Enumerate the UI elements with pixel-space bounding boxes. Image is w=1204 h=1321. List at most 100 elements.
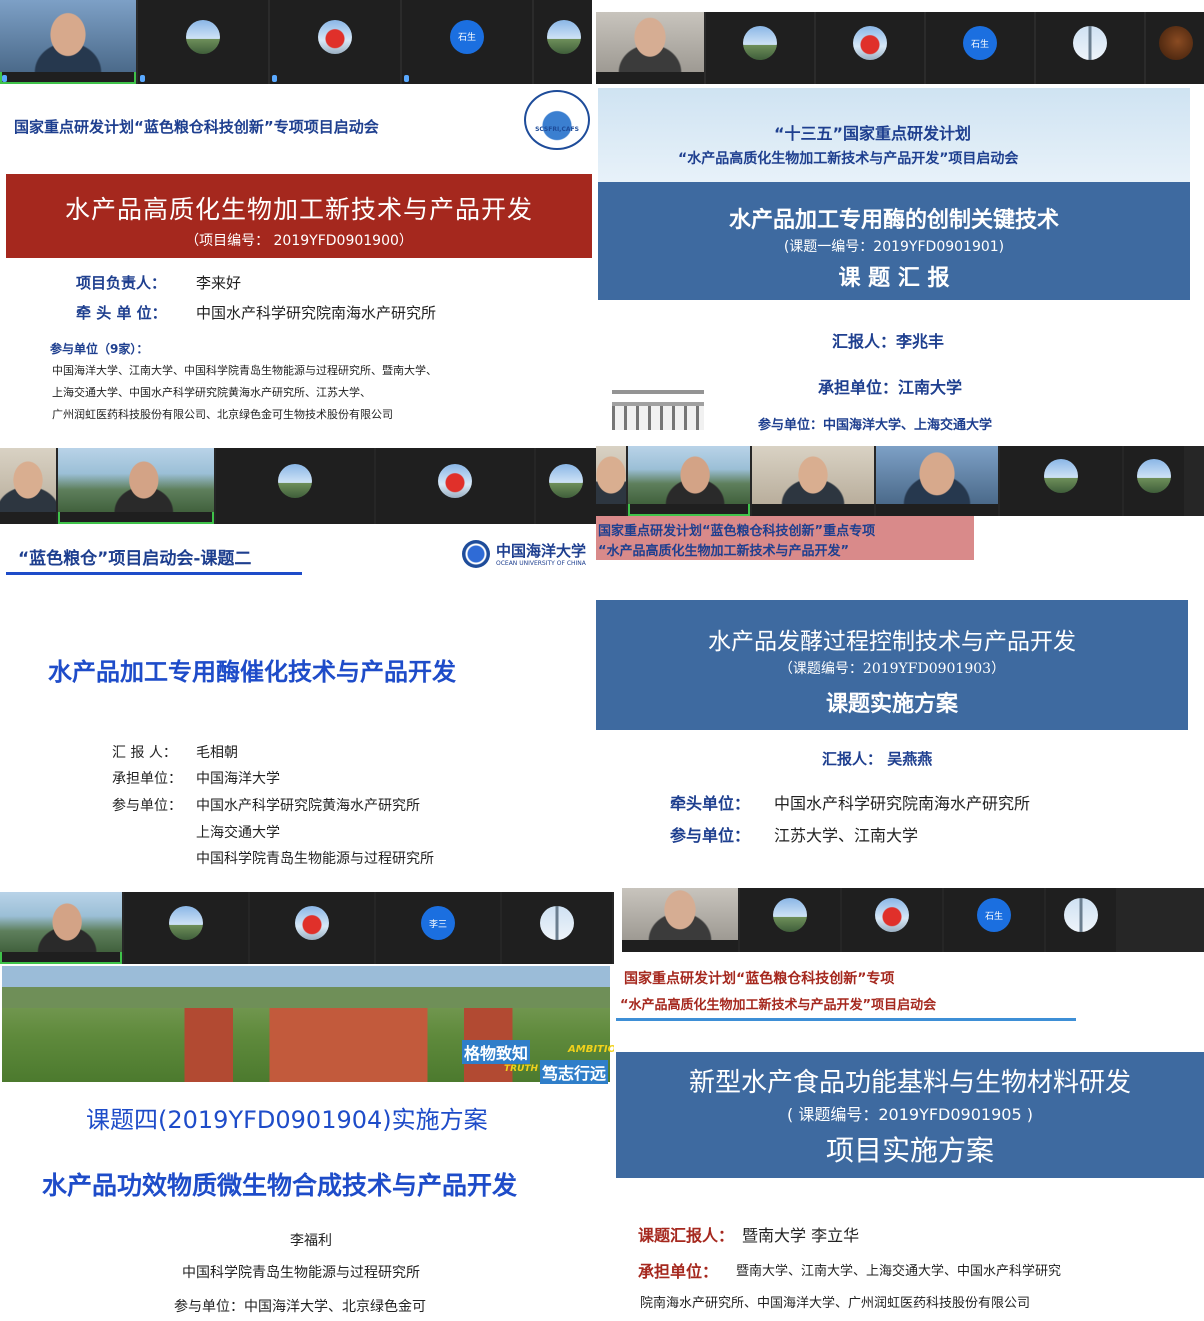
video-tile[interactable] xyxy=(270,0,400,84)
lead-unit-value: 中国水产科学研究院南海水产研究所 xyxy=(774,794,1031,813)
video-tile-speaker[interactable] xyxy=(0,892,122,964)
avatar: 李三 xyxy=(421,906,455,941)
title-banner: 水产品高质化生物加工新技术与产品开发 （项目编号： 2019YFD0901900… xyxy=(6,174,592,258)
unit-value: 院南海水产研究所、中国海洋大学、广州润虹医药科技股份有限公司 xyxy=(640,1296,1031,1311)
video-tile[interactable] xyxy=(534,0,592,84)
avatar xyxy=(549,463,583,498)
reporter-label: 汇 报 人： xyxy=(112,745,177,761)
avatar xyxy=(1064,898,1098,933)
screenshot-topic1-report: 石生 “十三五”国家重点研发计划 “水产品高质化生物加工新技术与产品开发”项目启… xyxy=(596,0,1204,432)
video-tile[interactable] xyxy=(1146,12,1204,84)
motto-text: AMBITIO xyxy=(568,1044,614,1055)
university-name: 中国海洋大学 xyxy=(496,542,587,560)
slide-header: “蓝色粮仓”项目启动会-课题二 xyxy=(18,549,252,569)
screenshot-topic5: 石生 国家重点研发计划“蓝色粮仓科技创新”专项 “水产品高质化生物加工新技术与产… xyxy=(616,888,1204,1321)
avatar xyxy=(1159,26,1193,61)
video-tile[interactable] xyxy=(706,12,814,84)
participants-label: 参与单位： xyxy=(670,826,751,845)
avatar: 石生 xyxy=(977,898,1011,933)
video-tile-speaker[interactable] xyxy=(58,448,214,524)
slide-subtitle: 水产品功效物质微生物合成技术与产品开发 xyxy=(42,1171,518,1200)
slide-header: “水产品高质化生物加工新技术与产品开发” xyxy=(598,544,850,559)
slide-header: 国家重点研发计划“蓝色粮仓科技创新”重点专项 xyxy=(598,524,876,539)
video-tile[interactable]: 李三 xyxy=(376,892,500,964)
leader-value: 李来好 xyxy=(196,274,242,292)
video-tile[interactable] xyxy=(216,448,374,524)
video-tile[interactable] xyxy=(752,446,874,516)
motto-text: TRUTH xyxy=(504,1064,539,1074)
video-tile[interactable] xyxy=(536,448,596,524)
avatar xyxy=(1044,459,1078,494)
host-unit: 中国科学院青岛生物能源与过程研究所 xyxy=(182,1265,420,1281)
project-code: （课题编号：2019YFD0901903） xyxy=(778,661,1006,677)
participants-value: 江苏大学、江南大学 xyxy=(774,826,919,845)
video-tile-speaker[interactable] xyxy=(0,0,136,84)
avatar xyxy=(547,19,581,54)
video-tile[interactable]: 石生 xyxy=(944,888,1044,952)
video-tile-speaker[interactable] xyxy=(628,446,750,516)
participants: 参与单位：中国海洋大学、上海交通大学 xyxy=(758,418,993,432)
project-code: （项目编号： 2019YFD0901900） xyxy=(185,233,413,249)
video-tile[interactable] xyxy=(376,448,534,524)
avatar xyxy=(278,463,312,498)
video-tile[interactable] xyxy=(124,892,248,964)
video-tile[interactable] xyxy=(596,446,626,516)
leader-label: 项目负责人： xyxy=(76,274,167,292)
slide-header: 国家重点研发计划“蓝色粮仓科技创新”专项 xyxy=(624,971,895,987)
avatar xyxy=(773,898,807,933)
mic-icon xyxy=(2,75,7,82)
screenshot-topic4: 李三 格物致知 AMBITIO TRUTH 笃志行远 课题四(2019YFD09… xyxy=(0,892,614,1321)
slide-header: “水产品高质化生物加工新技术与产品开发”项目启动会 xyxy=(678,151,1019,167)
avatar xyxy=(318,19,352,54)
slide-header: “十三五”国家重点研发计划 xyxy=(774,124,972,143)
video-tile-speaker[interactable] xyxy=(622,888,738,952)
video-tile[interactable] xyxy=(502,892,612,964)
video-strip: 石生 xyxy=(0,0,592,84)
mic-icon xyxy=(272,75,277,82)
video-tile[interactable] xyxy=(1000,446,1122,516)
reporter-value: 暨南大学 李立华 xyxy=(742,1226,860,1245)
video-tile[interactable] xyxy=(1036,12,1144,84)
avatar: 石生 xyxy=(450,19,484,54)
video-tile[interactable] xyxy=(1124,446,1184,516)
unit-value: 暨南大学、江南大学、上海交通大学、中国水产科学研究 xyxy=(736,1264,1062,1279)
slide-title: 水产品加工专用酶的创制关键技术 xyxy=(728,208,1059,233)
reporter: 李福利 xyxy=(290,1233,332,1249)
logo-text: SCSFRI,CAFS xyxy=(535,126,579,133)
slide-title: 课题四(2019YFD0901904)实施方案 xyxy=(86,1106,488,1134)
slide-subtitle: 课题实施方案 xyxy=(825,692,958,717)
avatar xyxy=(875,898,909,933)
video-tile[interactable] xyxy=(1046,888,1116,952)
avatar xyxy=(295,906,329,941)
video-strip: 石生 xyxy=(596,12,1204,84)
slide-title: 水产品高质化生物加工新技术与产品开发 xyxy=(64,195,533,224)
slide-subtitle: 课 题 汇 报 xyxy=(838,266,950,291)
avatar xyxy=(169,906,203,941)
participants-line: 中国海洋大学、江南大学、中国科学院青岛生物能源与过程研究所、暨南大学、 xyxy=(52,364,437,377)
video-strip xyxy=(0,448,596,524)
video-tile[interactable]: 石生 xyxy=(402,0,532,84)
participants-line: 上海交通大学、中国水产科学研究院黄海水产研究所、江苏大学、 xyxy=(52,386,371,399)
video-tile[interactable] xyxy=(250,892,374,964)
avatar xyxy=(1137,459,1171,494)
video-tile[interactable] xyxy=(740,888,840,952)
video-tile[interactable] xyxy=(816,12,924,84)
unit-label: 承担单位： xyxy=(638,1262,719,1281)
participants-label: 参与单位（9家）： xyxy=(50,342,149,356)
slide-subtitle: 项目实施方案 xyxy=(825,1134,994,1167)
title-banner: 水产品加工专用酶的创制关键技术 (课题一编号：2019YFD0901901) 课… xyxy=(598,182,1190,300)
participants-line: 广州润虹医药科技股份有限公司、北京绿色金可生物技术股份有限公司 xyxy=(52,408,393,421)
campus-photo: 格物致知 AMBITIO TRUTH 笃志行远 xyxy=(2,966,614,1084)
video-tile-speaker[interactable] xyxy=(596,12,704,84)
video-tile[interactable] xyxy=(842,888,942,952)
motto-text: 笃志行远 xyxy=(540,1060,609,1084)
reporter: 汇报人：李兆丰 xyxy=(832,332,945,351)
lead-unit-value: 中国水产科学研究院南海水产研究所 xyxy=(196,304,437,322)
video-tile[interactable]: 石生 xyxy=(926,12,1034,84)
video-tile[interactable] xyxy=(0,448,56,524)
video-tile[interactable] xyxy=(138,0,268,84)
video-strip xyxy=(596,446,1204,516)
screenshot-project-launch: 石生 国家重点研发计划“蓝色粮仓科技创新”专项项目启动会 SCSFRI,CAFS… xyxy=(0,0,592,432)
campus-gate-image xyxy=(612,384,704,430)
video-tile[interactable] xyxy=(876,446,998,516)
